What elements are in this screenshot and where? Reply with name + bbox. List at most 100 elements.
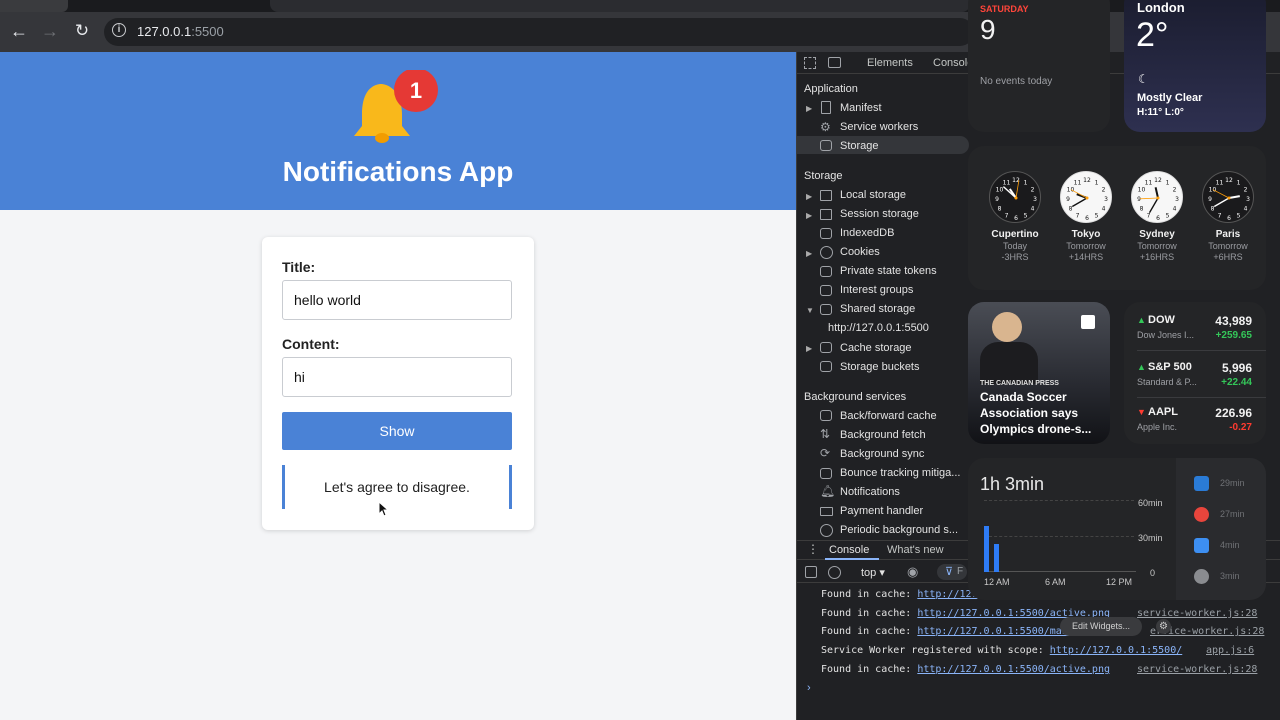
- tree-item-bounce-tracking[interactable]: Bounce tracking mitiga...: [840, 467, 960, 479]
- tree-item-periodic-background-sync[interactable]: Periodic background s...: [840, 524, 958, 536]
- tree-item-back-forward-cache[interactable]: Back/forward cache: [840, 410, 937, 422]
- svg-text:12: 12: [1225, 177, 1233, 184]
- clock-face-icon: 1 2 3 4 5 6 7 8 9 10 11 12: [989, 171, 1041, 223]
- log-source[interactable]: service-worker.js:28: [1137, 608, 1257, 619]
- collapse-arrow-icon[interactable]: ▼: [806, 306, 814, 315]
- edit-widgets-button[interactable]: Edit Widgets...: [1060, 617, 1142, 636]
- log-source[interactable]: service-worker.js:28: [1137, 664, 1257, 675]
- widgets-settings-icon[interactable]: ⚙: [1156, 619, 1171, 634]
- world-clock-widget[interactable]: 1 2 3 4 5 6 7 8 9 10 11 12 Cupertino Today -3HRS 1 2 3 4 5 6…: [968, 146, 1266, 290]
- reload-icon[interactable]: ↻: [70, 19, 94, 43]
- tree-item-indexeddb[interactable]: IndexedDB: [840, 227, 894, 239]
- svg-text:11: 11: [1216, 180, 1224, 187]
- stock-name: Apple Inc.: [1137, 422, 1178, 432]
- clock-city: Paris: [1215, 229, 1241, 240]
- expand-arrow-icon[interactable]: ▶: [806, 211, 812, 220]
- back-arrow-icon[interactable]: ←: [7, 19, 31, 43]
- tab-elements[interactable]: Elements: [867, 57, 913, 69]
- url-text[interactable]: 127.0.0.1:5500: [137, 24, 224, 39]
- clock-icon: [820, 524, 833, 537]
- news-app-icon: [1081, 315, 1095, 329]
- weather-condition: Mostly Clear: [1137, 92, 1203, 104]
- expand-arrow-icon[interactable]: ▶: [806, 192, 812, 201]
- drawer-tab-console[interactable]: Console: [829, 544, 869, 556]
- eye-icon[interactable]: ◉: [907, 564, 918, 580]
- expand-arrow-icon[interactable]: ▶: [806, 104, 812, 113]
- database-icon: [820, 361, 832, 372]
- news-widget[interactable]: THE CANADIAN PRESS Canada Soccer Associa…: [968, 302, 1110, 444]
- more-options-icon[interactable]: ⋮: [807, 542, 819, 556]
- active-tab[interactable]: [0, 0, 68, 12]
- address-bar[interactable]: [104, 18, 974, 46]
- stocks-widget[interactable]: ▲ DOW Dow Jones I... 43,989 +259.65 ▲ S&P 500 S…: [1124, 302, 1266, 444]
- expand-arrow-icon[interactable]: ▶: [806, 249, 812, 258]
- clock-face-icon: 1 2 3 4 5 6 7 8 9 10 11 12: [1131, 171, 1183, 223]
- svg-text:10: 10: [1067, 187, 1075, 194]
- usage-bar: [984, 526, 989, 572]
- inactive-tab[interactable]: [270, 0, 970, 12]
- tree-item-local-storage[interactable]: Local storage: [840, 189, 906, 201]
- database-icon: [820, 342, 832, 353]
- news-photo-head: [992, 312, 1022, 342]
- log-source[interactable]: app.js:6: [1206, 645, 1254, 656]
- forward-arrow-icon[interactable]: →: [38, 19, 62, 43]
- sidebar-toggle-icon[interactable]: [805, 566, 817, 578]
- device-toolbar-icon[interactable]: [828, 57, 841, 68]
- mouse-cursor-icon: [378, 501, 390, 517]
- svg-text:7: 7: [1147, 213, 1151, 220]
- moon-icon: ☾: [1138, 72, 1149, 86]
- context-selector[interactable]: top ▾: [861, 566, 885, 579]
- svg-text:10: 10: [996, 187, 1004, 194]
- title-input[interactable]: hello world: [282, 280, 512, 320]
- svg-text:6: 6: [1014, 215, 1018, 222]
- tree-item-storage-buckets[interactable]: Storage buckets: [840, 361, 920, 373]
- svg-text:11: 11: [1145, 180, 1153, 187]
- active-tab-indicator: [825, 558, 879, 560]
- filter-input[interactable]: ⊽ F: [937, 564, 967, 580]
- tree-item-shared-storage[interactable]: Shared storage: [840, 303, 915, 315]
- tree-item-cookies[interactable]: Cookies: [840, 246, 880, 258]
- app-usage-list: 29min 27min 4min 3min: [1176, 458, 1266, 600]
- show-button[interactable]: Show: [282, 412, 512, 450]
- clock-city: Sydney: [1139, 229, 1175, 240]
- inspect-element-icon[interactable]: [804, 57, 816, 69]
- svg-text:12: 12: [1083, 177, 1091, 184]
- tree-item-shared-origin[interactable]: http://127.0.0.1:5500: [828, 322, 929, 334]
- svg-text:6: 6: [1085, 215, 1089, 222]
- stock-change: +259.65: [1215, 330, 1252, 341]
- tree-item-service-workers[interactable]: Service workers: [840, 121, 918, 133]
- log-line: Found in cache: http://127: [821, 589, 978, 600]
- clock-day: Tomorrow: [1066, 241, 1106, 251]
- clear-console-icon[interactable]: [828, 566, 841, 579]
- tree-item-background-fetch[interactable]: Background fetch: [840, 429, 926, 441]
- tree-item-private-state-tokens[interactable]: Private state tokens: [840, 265, 937, 277]
- drawer-tab-whats-new[interactable]: What's new: [887, 544, 944, 556]
- svg-text:5: 5: [1095, 213, 1099, 220]
- console-prompt[interactable]: ›: [807, 682, 811, 694]
- site-info-icon[interactable]: i: [112, 23, 126, 37]
- app-usage-time: 3min: [1220, 571, 1240, 581]
- fetch-arrows-icon: ⇅: [820, 427, 831, 441]
- content-input[interactable]: hi: [282, 357, 512, 397]
- weather-widget[interactable]: London 2° ☾ Mostly Clear H:11° L:0°: [1124, 0, 1266, 132]
- expand-arrow-icon[interactable]: ▶: [806, 344, 812, 353]
- svg-text:10: 10: [1209, 187, 1217, 194]
- tree-item-payment-handler[interactable]: Payment handler: [840, 505, 923, 517]
- tree-item-storage[interactable]: Storage: [840, 140, 879, 152]
- calendar-widget[interactable]: SATURDAY 9 No events today: [968, 0, 1110, 132]
- tree-item-notifications[interactable]: Notifications: [840, 486, 900, 498]
- tree-item-session-storage[interactable]: Session storage: [840, 208, 919, 220]
- x-label: 12 PM: [1106, 577, 1133, 587]
- weather-city: London: [1137, 0, 1185, 15]
- tree-item-interest-groups[interactable]: Interest groups: [840, 284, 913, 296]
- app-usage-time: 27min: [1220, 509, 1245, 519]
- tree-item-background-sync[interactable]: Background sync: [840, 448, 924, 460]
- svg-text:1: 1: [1166, 180, 1170, 187]
- filter-icon: ⊽: [945, 566, 954, 578]
- tree-item-manifest[interactable]: Manifest: [840, 102, 882, 114]
- tree-item-cache-storage[interactable]: Cache storage: [840, 342, 912, 354]
- y-label: 60min: [1138, 498, 1163, 508]
- svg-text:5: 5: [1237, 213, 1241, 220]
- screen-time-widget[interactable]: 1h 3min 60min 30min 0 12 AM 6 AM 12 PM 2…: [968, 458, 1266, 600]
- x-label: 12 AM: [984, 577, 1010, 587]
